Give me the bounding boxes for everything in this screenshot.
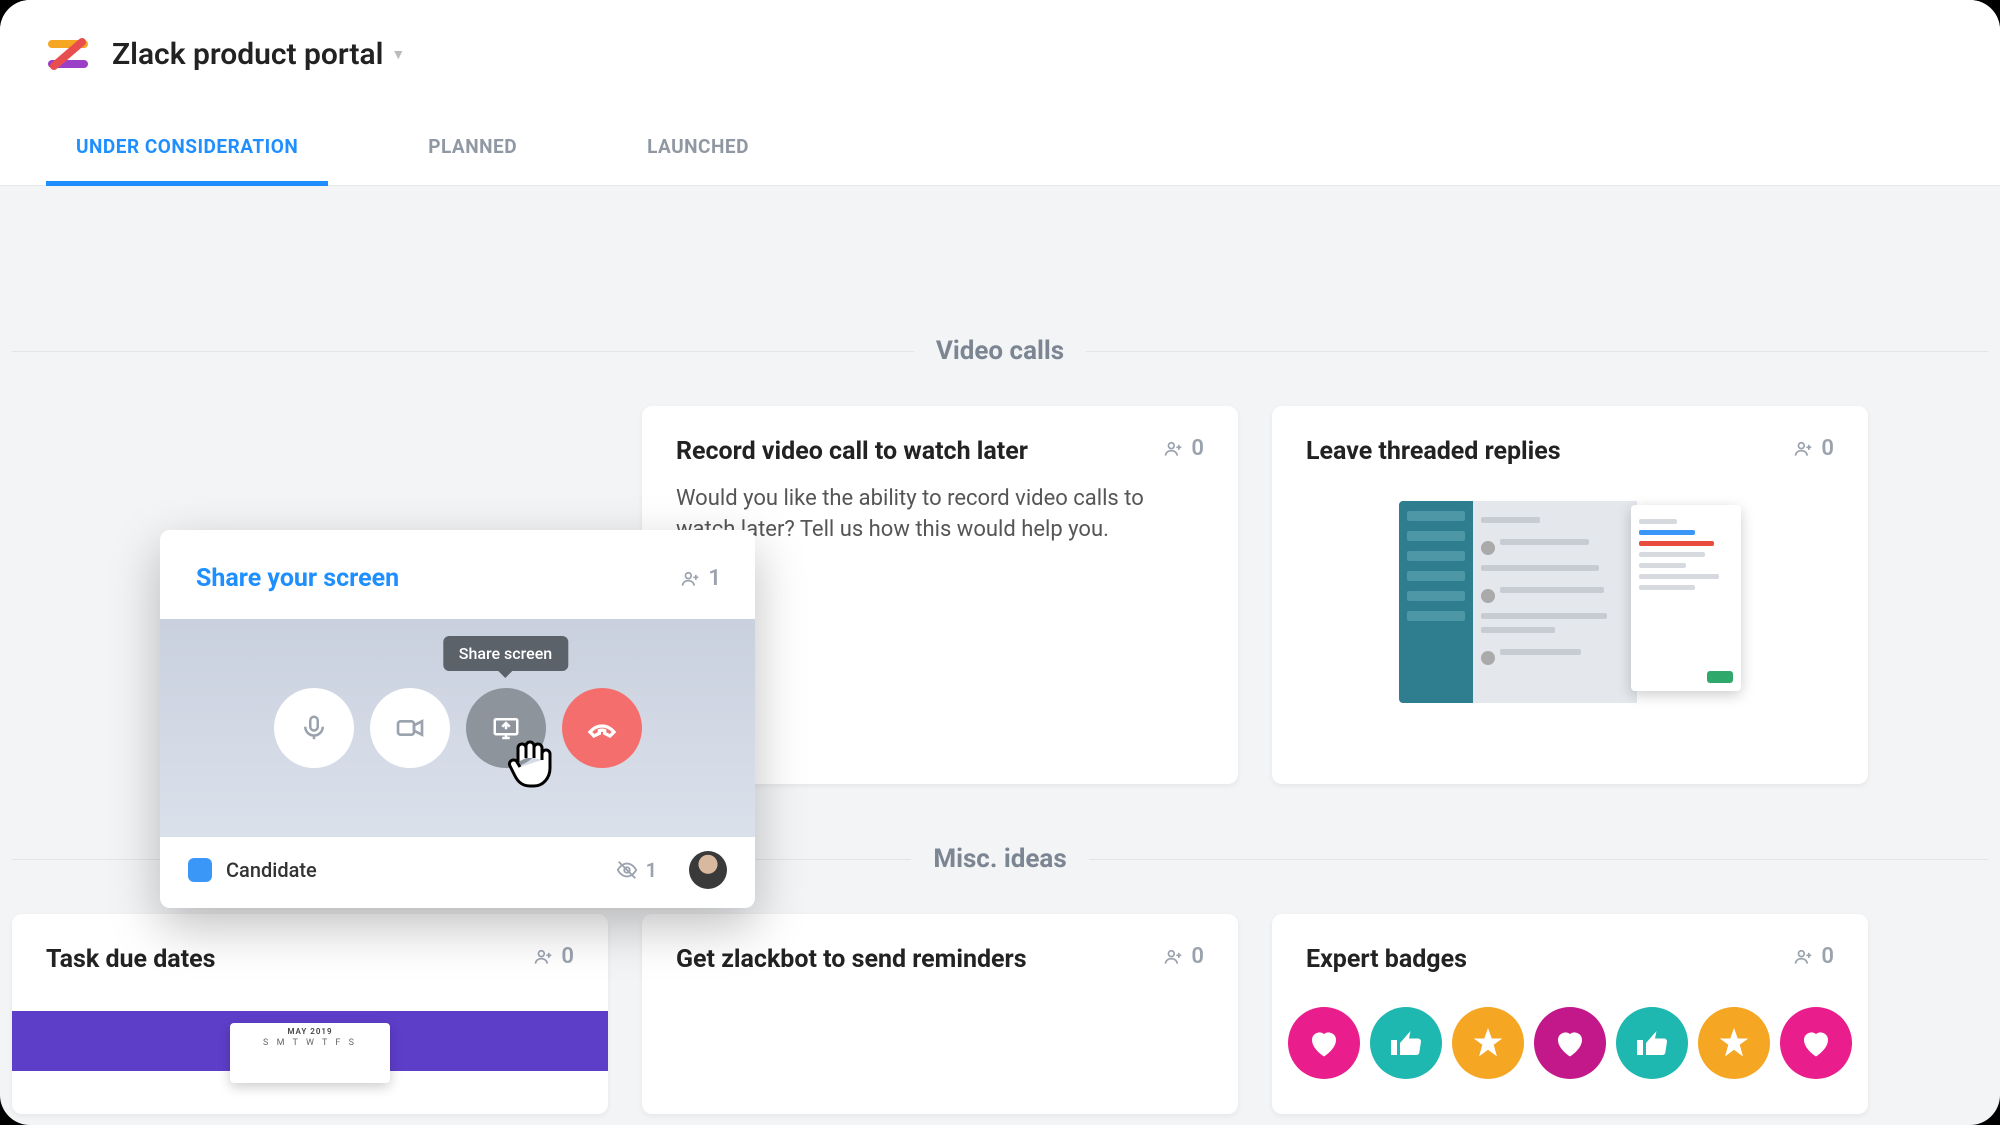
status-indicator — [188, 858, 212, 882]
app-logo — [46, 32, 90, 76]
section-header-video-calls: Video calls — [12, 336, 1988, 366]
vote-number: 0 — [1821, 436, 1834, 461]
tab-label: UNDER CONSIDERATION — [76, 135, 298, 158]
person-plus-icon — [1793, 439, 1813, 459]
tooltip: Share screen — [443, 636, 568, 671]
tab-under-consideration[interactable]: UNDER CONSIDERATION — [46, 108, 328, 185]
person-plus-icon — [1163, 947, 1183, 967]
portal-title-wrap[interactable]: Zlack product portal ▼ — [112, 37, 405, 72]
vote-count[interactable]: 1 — [680, 566, 721, 591]
video-button[interactable] — [370, 688, 450, 768]
vote-count[interactable]: 0 — [1163, 436, 1204, 461]
vote-number: 0 — [561, 944, 574, 969]
view-number: 1 — [646, 858, 657, 882]
person-plus-icon — [1793, 947, 1813, 967]
portal-title: Zlack product portal — [112, 37, 383, 72]
vote-number: 1 — [708, 566, 721, 591]
card-expert-badges[interactable]: Expert badges 0 — [1272, 914, 1868, 1114]
card-share-screen-popup[interactable]: Share your screen 1 Share screen — [160, 530, 755, 908]
section-title: Video calls — [914, 336, 1086, 366]
card-title: Task due dates — [46, 944, 216, 977]
person-plus-icon — [533, 947, 553, 967]
share-screen-button[interactable]: Share screen — [466, 688, 546, 768]
view-count: 1 — [616, 858, 657, 882]
vote-count[interactable]: 0 — [533, 944, 574, 969]
card-title: Leave threaded replies — [1306, 436, 1561, 469]
person-plus-icon — [1163, 439, 1183, 459]
badges-preview-image — [1272, 991, 1868, 1079]
eye-off-icon — [616, 859, 638, 881]
caret-down-icon: ▼ — [391, 46, 405, 63]
section-title: Misc. ideas — [911, 844, 1088, 874]
hangup-button[interactable] — [562, 688, 642, 768]
thread-preview-image — [1399, 501, 1741, 703]
calendar-preview-image: MAY 2019 S M T W T F S — [12, 1011, 608, 1071]
card-zlackbot-reminders[interactable]: Get zlackbot to send reminders 0 — [642, 914, 1238, 1114]
tab-planned[interactable]: PLANNED — [398, 108, 547, 185]
card-threaded-replies[interactable]: Leave threaded replies 0 — [1272, 406, 1868, 784]
user-avatar[interactable] — [689, 851, 727, 889]
popup-title: Share your screen — [196, 564, 399, 593]
status-label: Candidate — [226, 858, 317, 882]
call-controls-preview: Share screen — [160, 619, 755, 837]
cursor-hand-icon — [506, 734, 556, 790]
vote-count[interactable]: 0 — [1163, 944, 1204, 969]
card-title: Expert badges — [1306, 944, 1467, 977]
mic-button[interactable] — [274, 688, 354, 768]
calendar-month: MAY 2019 — [230, 1027, 390, 1036]
person-plus-icon — [680, 569, 700, 589]
card-title: Record video call to watch later — [676, 436, 1028, 469]
header: Zlack product portal ▼ — [0, 0, 2000, 108]
tab-launched[interactable]: LAUNCHED — [617, 108, 779, 185]
vote-count[interactable]: 0 — [1793, 944, 1834, 969]
card-title: Get zlackbot to send reminders — [676, 944, 1027, 977]
vote-number: 0 — [1191, 436, 1204, 461]
card-task-due-dates[interactable]: Task due dates 0 MAY 2019 S M T W T F S — [12, 914, 608, 1114]
vote-number: 0 — [1821, 944, 1834, 969]
tabs-nav: UNDER CONSIDERATION PLANNED LAUNCHED — [0, 108, 2000, 186]
tab-label: PLANNED — [428, 135, 517, 158]
vote-number: 0 — [1191, 944, 1204, 969]
calendar-days: S M T W T F S — [230, 1038, 390, 1048]
vote-count[interactable]: 0 — [1793, 436, 1834, 461]
tab-label: LAUNCHED — [647, 135, 749, 158]
card-row-misc: Task due dates 0 MAY 2019 S M T W T F S — [12, 914, 1988, 1114]
popup-footer: Candidate 1 — [160, 837, 755, 903]
